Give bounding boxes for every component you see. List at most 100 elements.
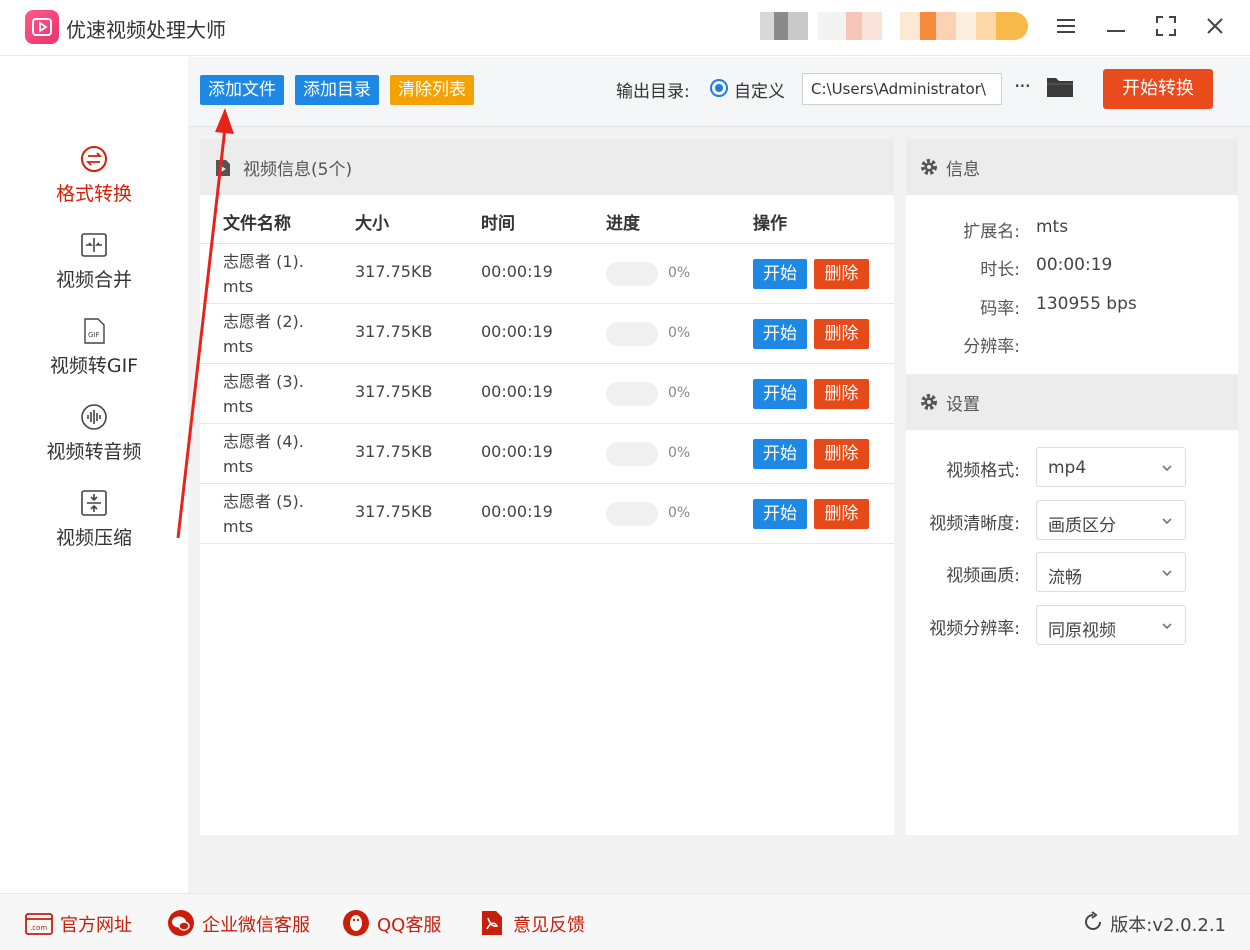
toolbar: 添加文件 添加目录 清除列表 输出目录: 自定义 C:\Users\Admini… [188, 57, 1250, 127]
list-divider [200, 543, 894, 544]
more-options-button[interactable]: ··· [1010, 71, 1034, 101]
clear-list-button[interactable]: 清除列表 [390, 75, 474, 105]
file-name: 志愿者 (2). mts [223, 312, 304, 356]
setting-label-resolution: 视频分辨率: [929, 619, 1020, 639]
select-value: 流畅 [1048, 568, 1082, 588]
custom-dir-radio[interactable] [710, 79, 728, 97]
select-value: 画质区分 [1048, 516, 1116, 536]
gif-icon: GIF [80, 317, 108, 345]
start-button[interactable]: 开始 [753, 439, 807, 469]
audio-icon [80, 403, 108, 431]
progress-bar [606, 322, 658, 346]
info-label-resolution: 分辨率: [963, 337, 1020, 357]
info-value-bitrate: 130955 bps [1036, 294, 1137, 314]
file-size: 317.75KB [355, 322, 433, 341]
sidebar-item-compress[interactable]: 视频压缩 [0, 489, 188, 569]
column-header-size: 大小 [355, 214, 389, 234]
file-size: 317.75KB [355, 262, 433, 281]
progress-bar [606, 382, 658, 406]
progress-percent: 0% [668, 325, 691, 341]
sidebar-item-gif[interactable]: GIF 视频转GIF [0, 317, 188, 397]
video-format-select[interactable]: mp4 [1036, 447, 1186, 487]
progress-percent: 0% [668, 445, 691, 461]
file-size: 317.75KB [355, 442, 433, 461]
table-row[interactable]: 志愿者 (5). mts 317.75KB 00:00:19 0% 开始 删除 [200, 483, 894, 543]
sidebar-item-label: 格式转换 [55, 183, 132, 205]
start-button[interactable]: 开始 [753, 259, 807, 289]
settings-header: 设置 [906, 374, 1238, 430]
setting-label-quality: 视频画质: [946, 566, 1020, 586]
column-header-name: 文件名称 [223, 214, 291, 234]
sidebar-item-merge[interactable]: 视频合并 [0, 231, 188, 311]
sidebar-item-audio[interactable]: 视频转音频 [0, 403, 188, 483]
sidebar-item-format-convert[interactable]: 格式转换 [0, 145, 188, 225]
right-panel: 信息 扩展名: mts 时长: 00:00:19 码率: 130955 bps … [906, 139, 1238, 835]
table-row[interactable]: 志愿者 (1). mts 317.75KB 00:00:19 0% 开始 删除 [200, 243, 894, 303]
svg-text:GIF: GIF [88, 331, 100, 339]
version-text: 版本:v2.0.2.1 [1110, 915, 1226, 936]
app-title: 优速视频处理大师 [66, 18, 226, 42]
output-dir-label: 输出目录: [616, 82, 690, 102]
info-label-extension: 扩展名: [963, 222, 1020, 242]
start-button[interactable]: 开始 [753, 379, 807, 409]
table-row[interactable]: 志愿者 (4). mts 317.75KB 00:00:19 0% 开始 删除 [200, 423, 894, 483]
file-name: 志愿者 (4). mts [223, 432, 304, 476]
feedback-icon [478, 909, 506, 937]
footer-label: QQ客服 [377, 915, 442, 936]
sidebar-item-label: 视频转GIF [49, 355, 139, 377]
info-header: 信息 [906, 139, 1238, 195]
info-label-duration: 时长: [980, 260, 1020, 280]
add-directory-button[interactable]: 添加目录 [295, 75, 379, 105]
column-header-time: 时间 [481, 214, 515, 234]
start-button[interactable]: 开始 [753, 319, 807, 349]
table-row[interactable]: 志愿者 (3). mts 317.75KB 00:00:19 0% 开始 删除 [200, 363, 894, 423]
progress-percent: 0% [668, 505, 691, 521]
delete-button[interactable]: 删除 [814, 319, 869, 349]
file-name: 志愿者 (1). mts [223, 252, 304, 296]
svg-text:.com: .com [30, 924, 47, 932]
video-resolution-select[interactable]: 同原视频 [1036, 605, 1186, 645]
info-label-bitrate: 码率: [980, 299, 1020, 319]
table-row[interactable]: 志愿者 (2). mts 317.75KB 00:00:19 0% 开始 删除 [200, 303, 894, 363]
select-value: 同原视频 [1048, 621, 1116, 641]
main-area: 添加文件 添加目录 清除列表 输出目录: 自定义 C:\Users\Admini… [188, 57, 1250, 893]
setting-label-definition: 视频清晰度: [929, 514, 1020, 534]
video-file-icon [214, 159, 232, 177]
file-size: 317.75KB [355, 382, 433, 401]
output-path-input[interactable]: C:\Users\Administrator\ [802, 73, 1002, 105]
select-value: mp4 [1048, 458, 1087, 478]
info-value-extension: mts [1036, 217, 1069, 237]
chevron-down-icon [1162, 623, 1172, 630]
title-bar: 优速视频处理大师 [0, 0, 1250, 56]
format-convert-icon [80, 145, 108, 173]
user-avatar-blurred[interactable] [760, 10, 1028, 46]
minimize-icon[interactable] [1102, 12, 1130, 40]
menu-icon[interactable] [1052, 12, 1080, 40]
chevron-down-icon [1162, 570, 1172, 577]
gear-icon [920, 158, 938, 176]
refresh-icon[interactable] [1082, 911, 1104, 933]
start-convert-button[interactable]: 开始转换 [1103, 69, 1213, 109]
close-icon[interactable] [1201, 12, 1229, 40]
sidebar-item-label: 视频合并 [55, 269, 132, 291]
add-file-button[interactable]: 添加文件 [200, 75, 284, 105]
delete-button[interactable]: 删除 [814, 439, 869, 469]
chevron-down-icon [1162, 465, 1172, 472]
delete-button[interactable]: 删除 [814, 379, 869, 409]
compress-icon [80, 489, 108, 517]
open-folder-icon[interactable] [1046, 75, 1074, 101]
maximize-icon[interactable] [1152, 12, 1180, 40]
column-header-actions: 操作 [753, 214, 787, 234]
video-definition-select[interactable]: 画质区分 [1036, 500, 1186, 540]
start-button[interactable]: 开始 [753, 499, 807, 529]
chevron-down-icon [1162, 518, 1172, 525]
video-quality-select[interactable]: 流畅 [1036, 552, 1186, 592]
delete-button[interactable]: 删除 [814, 259, 869, 289]
delete-button[interactable]: 删除 [814, 499, 869, 529]
file-duration: 00:00:19 [481, 502, 553, 521]
custom-dir-radio-label[interactable]: 自定义 [734, 77, 785, 102]
sidebar: 格式转换 视频合并 GIF 视频转GIF 视频转音频 视频压缩 [0, 57, 188, 893]
file-duration: 00:00:19 [481, 322, 553, 341]
progress-bar [606, 502, 658, 526]
video-list-header: 视频信息(5个) [200, 139, 894, 195]
